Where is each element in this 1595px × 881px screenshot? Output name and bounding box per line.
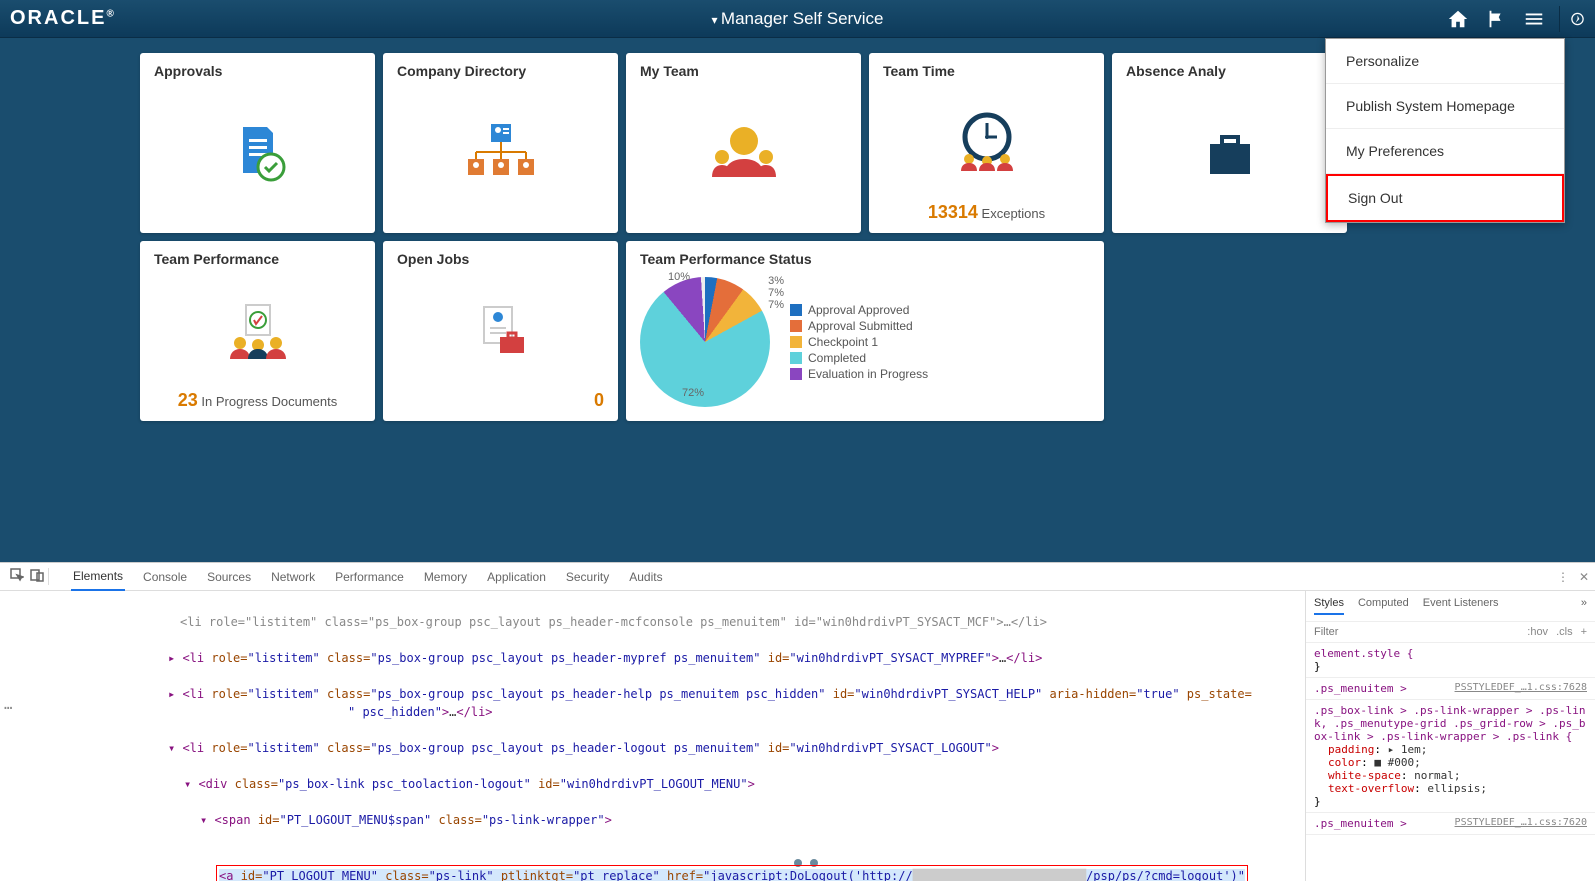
event-listeners-tab[interactable]: Event Listeners <box>1423 597 1499 615</box>
styles-panel: Styles Computed Event Listeners » :hov .… <box>1305 591 1595 881</box>
absence-analytics-tile[interactable]: Absence Analy <box>1112 53 1347 233</box>
devtools-close-icon[interactable]: ✕ <box>1579 570 1589 584</box>
elements-tree[interactable]: <li role="listitem" class="ps_box-group … <box>0 591 1305 881</box>
styles-more-icon[interactable]: » <box>1581 597 1587 615</box>
add-rule-button[interactable]: + <box>1581 626 1587 638</box>
pie-label: 3% <box>768 275 784 287</box>
tile-footer: 23 In Progress Documents <box>154 390 361 411</box>
open-jobs-tile[interactable]: Open Jobs 0 <box>383 241 618 421</box>
devtools-more-icon[interactable]: ⋮ <box>1557 570 1569 584</box>
oracle-logo: ORACLE® <box>10 7 116 30</box>
devtools-body: <li role="listitem" class="ps_box-group … <box>0 591 1595 881</box>
devtools-tabs: Elements Console Sources Network Perform… <box>0 563 1595 591</box>
tab-security[interactable]: Security <box>564 564 611 590</box>
org-chart-icon <box>397 85 604 223</box>
team-performance-tile[interactable]: Team Performance 23 In Progress Document… <box>140 241 375 421</box>
tab-audits[interactable]: Audits <box>627 564 664 590</box>
clock-team-icon <box>883 85 1090 202</box>
cls-toggle[interactable]: .cls <box>1556 626 1573 638</box>
dropdown-my-preferences[interactable]: My Preferences <box>1326 129 1564 174</box>
header-icons <box>1445 6 1585 32</box>
devtools-panel: Elements Console Sources Network Perform… <box>0 562 1595 881</box>
tab-sources[interactable]: Sources <box>205 564 253 590</box>
pie-label: 7% <box>768 299 784 311</box>
tile-title: Company Directory <box>397 63 604 79</box>
company-directory-tile[interactable]: Company Directory <box>383 53 618 233</box>
tab-network[interactable]: Network <box>269 564 317 590</box>
team-icon <box>640 85 847 223</box>
header-title-dropdown[interactable]: Manager Self Service <box>712 9 884 29</box>
inspect-icon[interactable] <box>10 568 24 585</box>
app-viewport: ORACLE® Manager Self Service Approvals C… <box>0 0 1595 562</box>
css-rules[interactable]: element.style {} PSSTYLEDEF_…1.css:7628.… <box>1306 643 1595 881</box>
computed-tab[interactable]: Computed <box>1358 597 1409 615</box>
tile-title: My Team <box>640 63 847 79</box>
styles-tab[interactable]: Styles <box>1314 597 1344 615</box>
pie-chart-wrap: 3% 7% 7% 72% 10% Approval Approved Appro… <box>640 273 1090 411</box>
styles-filter-input[interactable] <box>1314 626 1519 638</box>
tile-footer: 13314 Exceptions <box>883 202 1090 223</box>
tile-title: Approvals <box>154 63 361 79</box>
tab-performance[interactable]: Performance <box>333 564 406 590</box>
tile-title: Team Performance Status <box>640 251 1090 267</box>
performance-icon <box>154 273 361 390</box>
team-performance-status-tile[interactable]: Team Performance Status 3% 7% 7% 72% 10%… <box>626 241 1104 421</box>
hamburger-icon[interactable] <box>1521 6 1547 32</box>
briefcase-doc-icon <box>397 273 604 390</box>
flag-icon[interactable] <box>1483 6 1509 32</box>
device-icon[interactable] <box>30 568 44 585</box>
pie-chart <box>640 277 770 407</box>
approvals-icon <box>154 85 361 223</box>
my-team-tile[interactable]: My Team <box>626 53 861 233</box>
tab-elements[interactable]: Elements <box>71 563 125 591</box>
pie-label: 10% <box>668 271 690 283</box>
tab-application[interactable]: Application <box>485 564 548 590</box>
pie-label: 7% <box>768 287 784 299</box>
tile-title: Team Time <box>883 63 1090 79</box>
tile-title: Open Jobs <box>397 251 604 267</box>
styles-filter-row: :hov .cls + <box>1306 622 1595 643</box>
tile-title: Absence Analy <box>1126 63 1333 79</box>
dropdown-personalize[interactable]: Personalize <box>1326 39 1564 84</box>
compass-icon[interactable] <box>1559 6 1585 32</box>
refresh-icon[interactable] <box>1561 844 1583 871</box>
tile-title: Team Performance <box>154 251 361 267</box>
tile-footer: 0 <box>397 390 604 411</box>
hov-toggle[interactable]: :hov <box>1527 626 1548 638</box>
home-icon[interactable] <box>1445 6 1471 32</box>
dropdown-sign-out[interactable]: Sign Out <box>1326 174 1564 222</box>
pie-label: 72% <box>682 387 704 399</box>
tab-console[interactable]: Console <box>141 564 189 590</box>
tab-memory[interactable]: Memory <box>422 564 469 590</box>
actions-dropdown: Personalize Publish System Homepage My P… <box>1325 38 1565 223</box>
briefcase-icon <box>1126 85 1333 223</box>
dropdown-publish-homepage[interactable]: Publish System Homepage <box>1326 84 1564 129</box>
team-time-tile[interactable]: Team Time 13314 Exceptions <box>869 53 1104 233</box>
styles-tabs: Styles Computed Event Listeners » <box>1306 591 1595 622</box>
header-bar: ORACLE® Manager Self Service <box>0 0 1595 38</box>
chart-legend: Approval Approved Approval Submitted Che… <box>790 301 928 383</box>
approvals-tile[interactable]: Approvals <box>140 53 375 233</box>
